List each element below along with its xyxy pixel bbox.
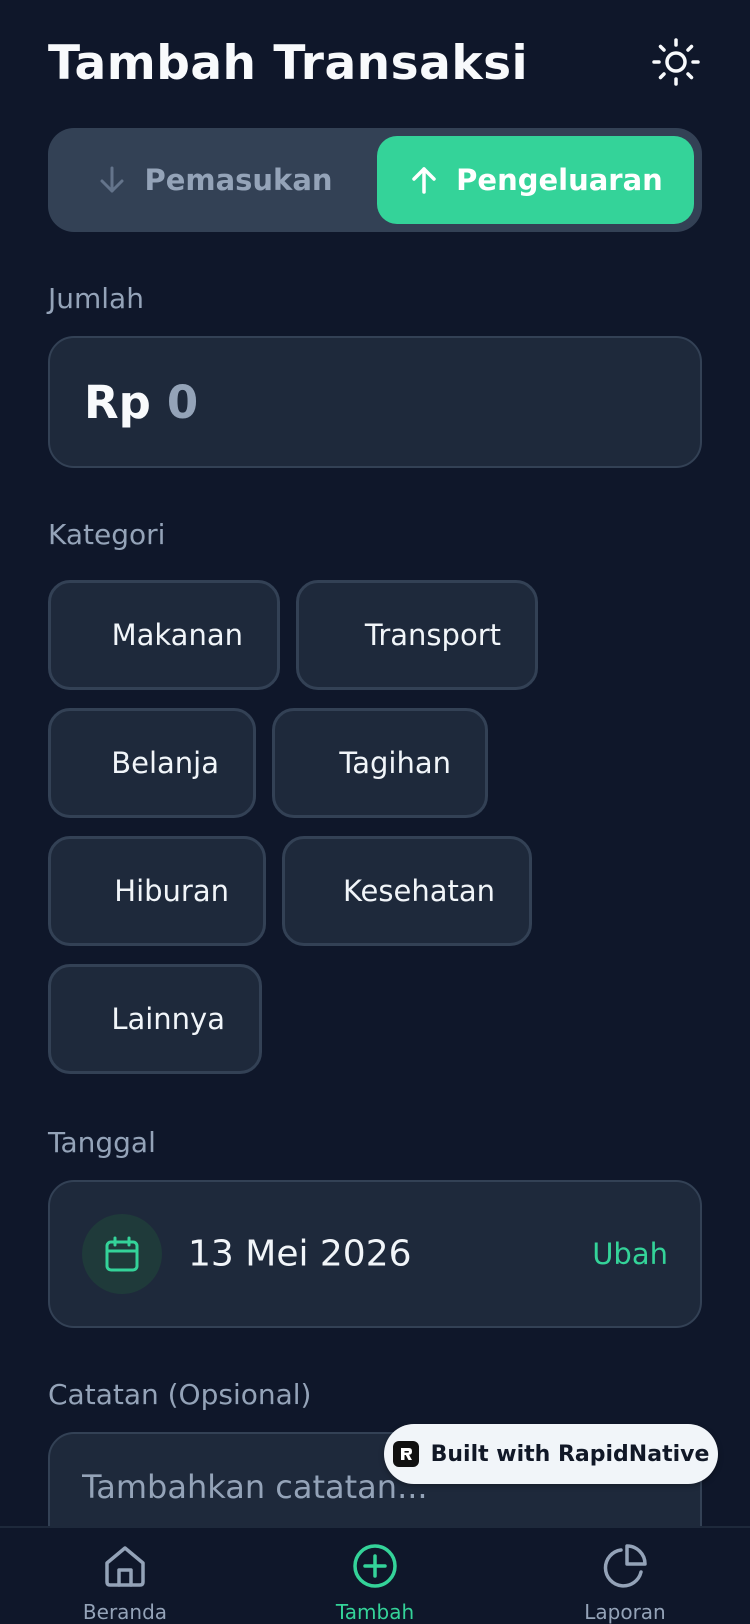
category-chip-label: Transport xyxy=(364,618,501,652)
category-chip-belanja[interactable]: Belanja xyxy=(48,708,256,818)
category-chip-label: Makanan xyxy=(111,618,243,652)
header: Tambah Transaksi xyxy=(48,30,702,100)
note-label: Catatan (Opsional) xyxy=(48,1378,312,1411)
income-tab[interactable]: Pemasukan xyxy=(56,136,373,224)
nav-item-tambah[interactable]: Tambah xyxy=(275,1528,475,1624)
category-chip-label: Belanja xyxy=(111,746,219,780)
nav-label: Tambah xyxy=(335,1600,415,1624)
category-label: Kategori xyxy=(48,518,166,551)
amount-label: Jumlah xyxy=(48,282,144,315)
category-chip-lainnya[interactable]: Lainnya xyxy=(48,964,262,1074)
built-with-badge[interactable]: Built with RapidNative xyxy=(384,1424,718,1484)
nav-item-beranda[interactable]: Beranda xyxy=(25,1528,225,1624)
sun-icon xyxy=(652,38,700,86)
expense-tab-label: Pengeluaran xyxy=(456,163,663,197)
nav-label: Laporan xyxy=(584,1600,666,1624)
theme-toggle-button[interactable] xyxy=(650,36,702,88)
category-chip-makanan[interactable]: Makanan xyxy=(48,580,280,690)
expense-tab[interactable]: Pengeluaran xyxy=(377,136,694,224)
category-chip-label: Tagihan xyxy=(339,746,451,780)
category-chip-transport[interactable]: Transport xyxy=(296,580,538,690)
category-chip-label: Hiburan xyxy=(114,874,229,908)
rapidnative-logo-icon xyxy=(392,1441,419,1467)
category-chip-label: Lainnya xyxy=(111,1002,225,1036)
home-icon xyxy=(105,1546,145,1587)
currency-symbol: Rp xyxy=(84,375,151,429)
page-title: Tambah Transaksi xyxy=(48,36,529,91)
category-chip-kesehatan[interactable]: Kesehatan xyxy=(282,836,532,946)
category-chip-hiburan[interactable]: Hiburan xyxy=(48,836,266,946)
nav-label: Beranda xyxy=(82,1600,168,1624)
arrow-up-icon xyxy=(412,167,436,194)
change-date-button[interactable]: Ubah xyxy=(592,1237,668,1271)
add-transaction-screen: Tambah Transaksi Pemasukan Pengeluaran J… xyxy=(0,0,750,1624)
nav-item-laporan[interactable]: Laporan xyxy=(525,1528,725,1624)
transaction-type-toggle: Pemasukan Pengeluaran xyxy=(48,128,702,232)
date-icon-container xyxy=(82,1214,162,1294)
badge-text: Built with RapidNative xyxy=(430,1441,710,1467)
category-chip-label: Kesehatan xyxy=(342,874,495,908)
date-label: Tanggal xyxy=(48,1126,156,1159)
calendar-icon xyxy=(105,1236,139,1272)
category-chip-tagihan[interactable]: Tagihan xyxy=(272,708,488,818)
amount-input[interactable]: Rp 0 xyxy=(48,336,702,468)
bottom-navigation: Beranda Tambah Laporan xyxy=(0,1526,750,1624)
pie-chart-icon xyxy=(603,1544,647,1588)
plus-circle-icon xyxy=(353,1544,397,1588)
date-picker[interactable]: 13 Mei 2026 Ubah xyxy=(48,1180,702,1328)
date-value: 13 Mei 2026 xyxy=(188,1233,412,1275)
income-tab-label: Pemasukan xyxy=(144,163,333,197)
arrow-down-icon xyxy=(100,166,124,193)
amount-value: 0 xyxy=(166,375,199,429)
